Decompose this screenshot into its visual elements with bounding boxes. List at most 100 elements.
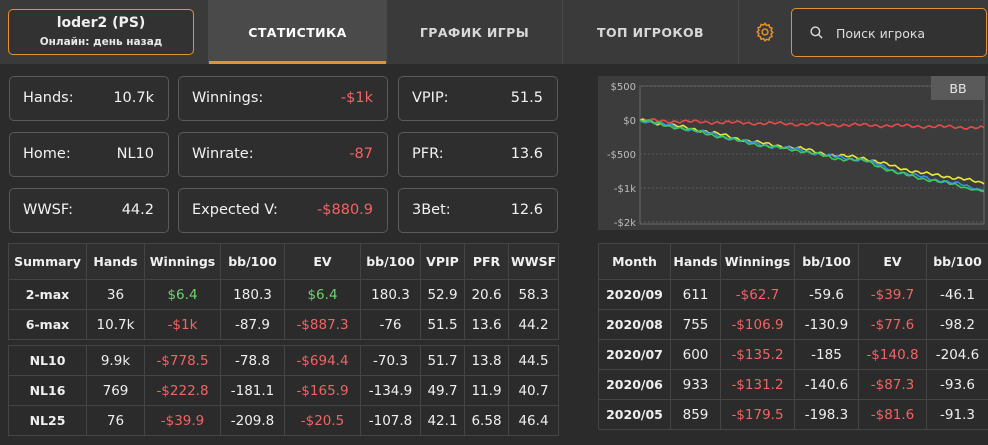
monthly-table: Month Hands Winnings bb/100 EV bb/100 2020/09… <box>598 243 988 430</box>
column-header: bb/100 <box>360 243 421 280</box>
table-row: NL10 9.9k -$778.5 -78.8 -$694.4 -70.3 51.7 13.8… <box>8 345 559 376</box>
table-cell: -$39.7 <box>858 279 927 310</box>
table-row: 2020/06 933 -$131.2 -140.6 -$87.3 -93.6 <box>598 369 988 400</box>
bb-toggle-button[interactable]: BB <box>931 76 985 100</box>
stat-label: Hands: <box>23 90 74 106</box>
column-header: VPIP <box>420 243 465 280</box>
column-header: Month <box>598 243 671 280</box>
stat-value: NL10 <box>116 146 154 162</box>
stat-card-home: Home: NL10 <box>9 132 169 177</box>
y-tick-label: $0 <box>623 116 636 127</box>
table-cell: NL16 <box>8 375 87 406</box>
series-line <box>639 119 985 193</box>
table-cell: 2020/07 <box>598 339 671 370</box>
stat-card-3bet: 3Bet: 12.6 <box>398 188 558 233</box>
table-cell: 859 <box>670 399 721 430</box>
table-cell: -$81.6 <box>858 399 927 430</box>
table-cell: -$106.9 <box>720 309 795 340</box>
search-input[interactable] <box>836 23 976 43</box>
table-cell: -$887.3 <box>284 309 361 340</box>
y-tick-label: -$500 <box>607 150 636 161</box>
stat-card-pfr: PFR: 13.6 <box>398 132 558 177</box>
table-cell: -98.2 <box>926 309 988 340</box>
settings-button[interactable] <box>738 0 790 64</box>
table-cell: 58.3 <box>508 279 559 310</box>
table-cell: 51.7 <box>420 345 465 376</box>
table-cell: -78.8 <box>220 345 285 376</box>
stat-card-expected-value: Expected V: -$880.9 <box>178 188 388 233</box>
column-header: Summary <box>8 243 87 280</box>
table-cell: 51.5 <box>420 309 465 340</box>
tab-statistics[interactable]: СТАТИСТИКА <box>208 0 386 64</box>
table-cell: -140.6 <box>794 369 859 400</box>
stat-label: Winnings: <box>192 90 264 106</box>
table-cell: 9.9k <box>86 345 145 376</box>
table-cell: -185 <box>794 339 859 370</box>
stat-value: -$1k <box>340 90 373 106</box>
table-cell: 769 <box>86 375 145 406</box>
chart-frame <box>639 85 985 225</box>
table-cell: 6.58 <box>464 405 509 436</box>
table-cell: NL10 <box>8 345 87 376</box>
stat-label: Home: <box>23 146 71 162</box>
column-header: Winnings <box>720 243 795 280</box>
column-header: EV <box>858 243 927 280</box>
table-cell: 755 <box>670 309 721 340</box>
table-cell: -$77.6 <box>858 309 927 340</box>
table-cell: -$1k <box>144 309 221 340</box>
table-cell: -204.6 <box>926 339 988 370</box>
top-bar: loder2 (PS) Онлайн: день назад СТАТИСТИК… <box>0 0 988 64</box>
table-cell: 20.6 <box>464 279 509 310</box>
table-cell: -209.8 <box>220 405 285 436</box>
player-search[interactable] <box>791 8 987 57</box>
table-cell: -70.3 <box>360 345 421 376</box>
table-cell: 52.9 <box>420 279 465 310</box>
winnings-chart: $500 $0 -$500 -$1k -$2k BB <box>598 76 988 230</box>
player-online-status: Онлайн: день назад <box>39 36 163 48</box>
stat-value: 44.2 <box>121 202 154 218</box>
table-row: 2020/09 611 -$62.7 -59.6 -$39.7 -46.1 <box>598 279 988 310</box>
table-row: 2020/08 755 -$106.9 -130.9 -$77.6 -98.2 <box>598 309 988 340</box>
table-cell: -$140.8 <box>858 339 927 370</box>
tab-top-players[interactable]: ТОП ИГРОКОВ <box>562 0 738 64</box>
table-cell: 2020/08 <box>598 309 671 340</box>
stat-label: VPIP: <box>412 90 449 106</box>
table-cell: 11.9 <box>464 375 509 406</box>
table-cell: -$20.5 <box>284 405 361 436</box>
column-header: bb/100 <box>220 243 285 280</box>
table-cell: -181.1 <box>220 375 285 406</box>
table-cell: -93.6 <box>926 369 988 400</box>
table-cell: 76 <box>86 405 145 436</box>
stat-label: 3Bet: <box>412 202 451 218</box>
column-header: WWSF <box>508 243 559 280</box>
table-cell: -$179.5 <box>720 399 795 430</box>
table-cell: 180.3 <box>360 279 421 310</box>
stat-card-vpip: VPIP: 51.5 <box>398 76 558 121</box>
table-cell: $6.4 <box>284 279 361 310</box>
winnings-chart-svg: $500 $0 -$500 -$1k -$2k <box>607 82 985 229</box>
table-cell: -$87.3 <box>858 369 927 400</box>
stat-card-winrate: Winrate: -87 <box>178 132 388 177</box>
table-cell: 600 <box>670 339 721 370</box>
tab-game-graph[interactable]: ГРАФИК ИГРЫ <box>386 0 562 64</box>
table-cell: -$39.9 <box>144 405 221 436</box>
search-icon <box>810 26 823 39</box>
table-cell: 44.5 <box>508 345 559 376</box>
table-cell: -130.9 <box>794 309 859 340</box>
table-cell: 13.8 <box>464 345 509 376</box>
table-cell: 42.1 <box>420 405 465 436</box>
y-tick-label: $500 <box>611 82 636 93</box>
gear-icon <box>755 22 774 42</box>
monthly-header-row: Month Hands Winnings bb/100 EV bb/100 <box>598 243 988 280</box>
table-cell: -$165.9 <box>284 375 361 406</box>
table-cell: 2020/05 <box>598 399 671 430</box>
stat-label: PFR: <box>412 146 444 162</box>
stat-label: Winrate: <box>192 146 254 162</box>
column-header: Hands <box>670 243 721 280</box>
column-header: Hands <box>86 243 145 280</box>
stat-value: -87 <box>349 146 373 162</box>
table-cell: -$694.4 <box>284 345 361 376</box>
table-cell: 2020/09 <box>598 279 671 310</box>
column-header: bb/100 <box>926 243 988 280</box>
player-info-card[interactable]: loder2 (PS) Онлайн: день назад <box>8 9 194 55</box>
